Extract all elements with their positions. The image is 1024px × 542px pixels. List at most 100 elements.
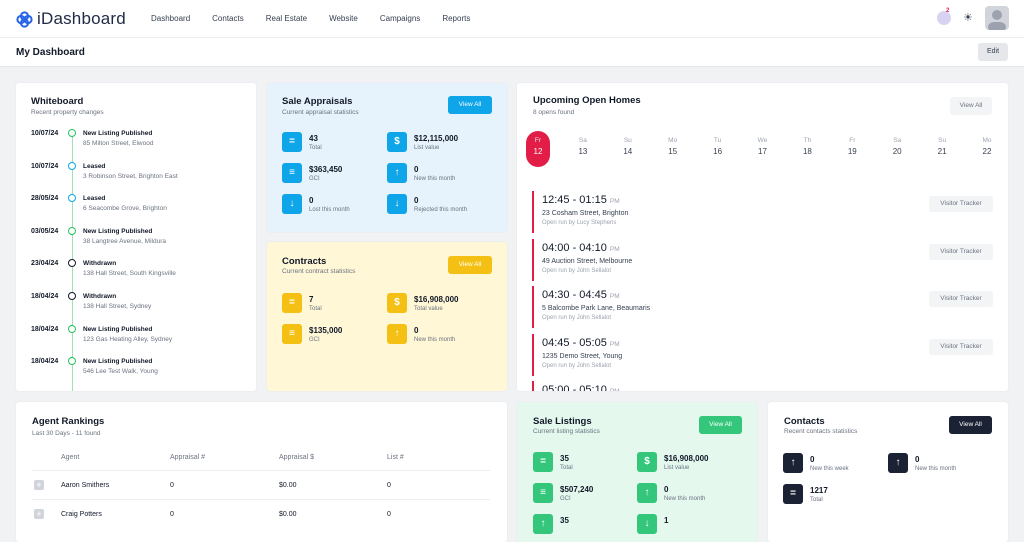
expand-row-icon[interactable]: + xyxy=(34,480,44,490)
stat-label: New this month xyxy=(915,466,957,472)
sale-listings-view-all-button[interactable]: View All xyxy=(699,416,742,434)
visitor-tracker-button[interactable]: Visitor Tracker xyxy=(929,196,993,212)
stat-item: $ $16,908,000 Total value xyxy=(387,293,487,317)
brand-logo[interactable]: iDashboard xyxy=(16,9,126,29)
brand-name: iDashboard xyxy=(37,9,126,28)
stat-item: ↓ 0 Rejected this month xyxy=(387,194,487,218)
calendar-day[interactable]: Tu 16 xyxy=(706,137,730,156)
timeline-date: 10/07/24 xyxy=(31,162,59,170)
timeline-item[interactable]: 28/05/24 Leased 6 Seacombe Grove, Brighton xyxy=(16,194,256,225)
calendar-day[interactable]: Fr 12 xyxy=(526,131,550,167)
table-row[interactable]: + Aaron Smithers 0 $0.00 0 xyxy=(32,470,490,499)
open-home-item[interactable]: 12:45 - 01:15 PM 23 Cosham Street, Bright… xyxy=(532,191,1002,235)
whiteboard-title: Whiteboard xyxy=(31,96,84,107)
stat-label: List value xyxy=(414,145,440,151)
timeline-date: 18/04/24 xyxy=(31,293,59,300)
appraisal-count: 0 xyxy=(170,482,174,489)
stat-label: Rejected this month xyxy=(414,207,468,213)
open-home-item[interactable]: 04:45 - 05:05 PM 1235 Demo Street, Young O… xyxy=(532,333,1002,378)
agent-name: Craig Potters xyxy=(61,511,102,518)
nav-contacts[interactable]: Contacts xyxy=(212,14,244,23)
open-homes-view-all-button[interactable]: View All xyxy=(950,97,992,115)
visitor-tracker-button[interactable]: Visitor Tracker xyxy=(929,338,993,355)
contacts-subtitle: Recent contacts statistics xyxy=(784,428,858,435)
top-navbar: iDashboard Dashboard Contacts Real Estat… xyxy=(0,0,1024,38)
calendar-day[interactable]: Fr 19 xyxy=(840,137,864,156)
contracts-card: Contracts Current contract statistics Vi… xyxy=(267,242,507,391)
calendar-day-number: 12 xyxy=(533,147,543,156)
timeline-date: 18/04/24 xyxy=(31,325,59,333)
open-home-item[interactable]: 05:00 - 05:10 PM xyxy=(532,381,1002,391)
timeline-address: 138 Hall Street, Sydney xyxy=(83,303,152,310)
stat-item: ↑ 0 New this month xyxy=(387,324,487,348)
dollar-icon: $ xyxy=(387,293,407,313)
calendar-day-name: Tu xyxy=(713,137,722,144)
dollar-icon: $ xyxy=(637,452,657,472)
stat-value: $16,908,000 xyxy=(664,454,709,463)
stat-value: 0 xyxy=(810,455,815,464)
calendar-day-number: 17 xyxy=(758,147,767,156)
user-avatar[interactable] xyxy=(985,6,1009,30)
stat-item: ≡ $363,450 GCI xyxy=(282,163,382,187)
money-stack-icon: ≡ xyxy=(282,324,302,344)
contacts-view-all-button[interactable]: View All xyxy=(949,416,992,434)
column-header-appraisal-value[interactable]: Appraisal $ xyxy=(279,454,314,461)
nav-reports[interactable]: Reports xyxy=(442,14,470,23)
stat-item: ≡ $507,240 GCI xyxy=(533,483,633,507)
calendar-day[interactable]: Mo 15 xyxy=(661,137,685,156)
stat-label: Total xyxy=(560,465,573,471)
timeline-item[interactable]: 10/07/24 New Listing Published 85 Milton S… xyxy=(16,129,256,160)
nav-website[interactable]: Website xyxy=(329,14,358,23)
nav-real-estate[interactable]: Real Estate xyxy=(266,14,307,23)
open-home-time-range: 05:00 - 05:10 xyxy=(542,384,607,391)
timeline-item[interactable]: 23/04/24 Withdrawn 138 Hall Street, South … xyxy=(16,259,256,290)
theme-toggle-icon[interactable]: ☀ xyxy=(963,11,973,24)
calendar-day[interactable]: Su 21 xyxy=(930,137,954,156)
expand-row-icon[interactable]: + xyxy=(34,509,44,519)
nav-dashboard[interactable]: Dashboard xyxy=(151,14,190,23)
contracts-subtitle: Current contract statistics xyxy=(282,268,356,275)
timeline-item[interactable]: 18/04/24 New Listing Published 123 Gas Hea… xyxy=(16,324,256,356)
contracts-view-all-button[interactable]: View All xyxy=(448,256,492,274)
timeline-address: 85 Milton Street, Elwood xyxy=(83,140,154,147)
open-home-runner: Open run by Lucy Stephens xyxy=(542,220,617,226)
timeline-item[interactable]: 03/05/24 New Listing Published 38 Langtree… xyxy=(16,226,256,258)
timeline-item[interactable]: 18/04/24 New Listing Published 546 Lee Tes… xyxy=(16,357,256,388)
calendar-day[interactable]: Su 14 xyxy=(616,137,640,156)
column-header-list-count[interactable]: List # xyxy=(387,454,404,461)
timeline-title: New Listing Published xyxy=(83,325,153,333)
stat-label: List value xyxy=(664,465,690,471)
stat-label: GCI xyxy=(560,496,571,502)
visitor-tracker-button[interactable]: Visitor Tracker xyxy=(929,243,993,260)
column-header-agent[interactable]: Agent xyxy=(61,454,79,461)
open-home-item[interactable]: 04:30 - 04:45 PM 5 Balcombe Park Lane, Be… xyxy=(532,286,1002,330)
open-home-item[interactable]: 04:00 - 04:10 PM 49 Auction Street, Melbo… xyxy=(532,238,1002,283)
timeline-item[interactable]: 10/07/24 Leased 3 Robinson Street, Brighto… xyxy=(16,161,256,193)
open-home-time: 04:00 - 04:10 PM xyxy=(542,242,620,254)
sale-listings-title: Sale Listings xyxy=(533,416,592,427)
open-home-ampm: PM xyxy=(609,198,620,205)
calendar-day[interactable]: We 17 xyxy=(751,137,775,156)
open-home-ampm: PM xyxy=(610,388,620,391)
contacts-card: Contacts Recent contacts statistics View… xyxy=(768,402,1008,542)
stat-value: 43 xyxy=(309,134,318,143)
calendar-day[interactable]: Sa 13 xyxy=(571,137,595,156)
calendar-day[interactable]: Sa 20 xyxy=(885,137,909,156)
calendar-day[interactable]: Mo 22 xyxy=(975,137,999,156)
stat-item: ↓ 0 Lost this month xyxy=(282,194,382,218)
sale-appraisals-view-all-button[interactable]: View All xyxy=(448,96,492,114)
edit-button[interactable]: Edit xyxy=(978,43,1008,61)
arrow-down-icon: ↓ xyxy=(637,514,657,534)
list-count: 0 xyxy=(387,482,391,489)
calendar-day[interactable]: Th 18 xyxy=(795,137,819,156)
timeline-item[interactable]: 18/04/24 Withdrawn 138 Hall Street, Sydney xyxy=(16,292,256,323)
open-homes-title: Upcoming Open Homes xyxy=(533,95,641,106)
nav-campaigns[interactable]: Campaigns xyxy=(380,14,420,23)
page-title: My Dashboard xyxy=(16,47,85,58)
stat-value: 0 xyxy=(309,196,314,205)
appraisal-count: 0 xyxy=(170,511,174,518)
calendar-day-name: We xyxy=(757,137,768,144)
column-header-appraisal-count[interactable]: Appraisal # xyxy=(170,454,205,461)
visitor-tracker-button[interactable]: Visitor Tracker xyxy=(929,291,993,308)
timeline-dot-icon xyxy=(68,129,76,137)
